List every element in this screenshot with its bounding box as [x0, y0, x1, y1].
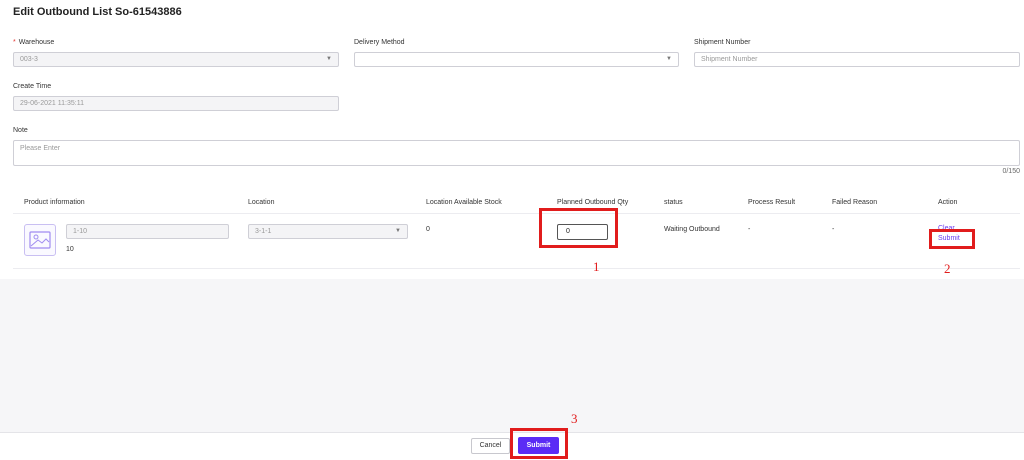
shipment-number-label: Shipment Number [694, 39, 751, 46]
annotation-box-3 [510, 428, 568, 459]
shipment-number-input[interactable]: Shipment Number [694, 52, 1020, 67]
product-qty: 10 [66, 246, 74, 253]
process-result: - [748, 226, 751, 233]
page: Edit Outbound List So-61543886 * Warehous… [0, 0, 1024, 460]
create-time-label: Create Time [13, 83, 52, 90]
location-value: 3-1-1 [255, 228, 272, 235]
th-process-result: Process Result [748, 199, 796, 206]
page-title: Edit Outbound List So-61543886 [13, 6, 182, 18]
image-placeholder-icon [24, 224, 56, 256]
available-stock: 0 [426, 226, 430, 233]
warehouse-select[interactable]: 003-3 ▼ [13, 52, 339, 67]
sku-value: 1-10 [73, 228, 88, 235]
chevron-down-icon: ▼ [666, 56, 672, 62]
create-time-field: 29-06-2021 11:35:11 [13, 96, 339, 111]
chevron-down-icon: ▼ [395, 228, 401, 234]
th-action: Action [938, 199, 958, 206]
th-status: status [664, 199, 683, 206]
status-text: Waiting Outbound [664, 226, 720, 233]
location-select[interactable]: 3-1-1 ▼ [248, 224, 408, 239]
note-char-counter: 0/150 [1002, 168, 1020, 175]
shipment-number-placeholder: Shipment Number [701, 56, 758, 63]
sku-field: 1-10 [66, 224, 229, 239]
warehouse-value: 003-3 [20, 56, 38, 63]
th-product-information: Product information [24, 199, 85, 206]
th-planned-outbound-qty: Planned Outbound Qty [557, 199, 629, 206]
annotation-box-1 [539, 208, 618, 248]
create-time-value: 29-06-2021 11:35:11 [20, 100, 84, 107]
content-background [0, 279, 1024, 432]
delivery-method-select[interactable]: ▼ [354, 52, 679, 67]
delivery-method-label: Delivery Method [354, 39, 405, 46]
th-failed-reason: Failed Reason [832, 199, 878, 206]
cancel-button[interactable]: Cancel [471, 438, 510, 454]
note-label: Note [13, 127, 28, 134]
note-placeholder: Please Enter [20, 145, 61, 152]
table-header-divider [13, 213, 1020, 214]
required-mark: * [13, 39, 16, 46]
note-textarea[interactable]: Please Enter [13, 140, 1020, 166]
warehouse-label: * Warehouse [13, 39, 54, 46]
annotation-box-2 [929, 229, 975, 249]
warehouse-label-text: Warehouse [18, 39, 55, 46]
annotation-label-2: 2 [944, 261, 951, 276]
th-location-available-stock: Location Available Stock [426, 199, 502, 206]
failed-reason: - [832, 226, 835, 233]
table-row-divider [13, 268, 1020, 269]
th-location: Location [248, 199, 275, 206]
annotation-label-3: 3 [571, 411, 578, 426]
chevron-down-icon: ▼ [326, 56, 332, 62]
annotation-label-1: 1 [593, 259, 600, 274]
